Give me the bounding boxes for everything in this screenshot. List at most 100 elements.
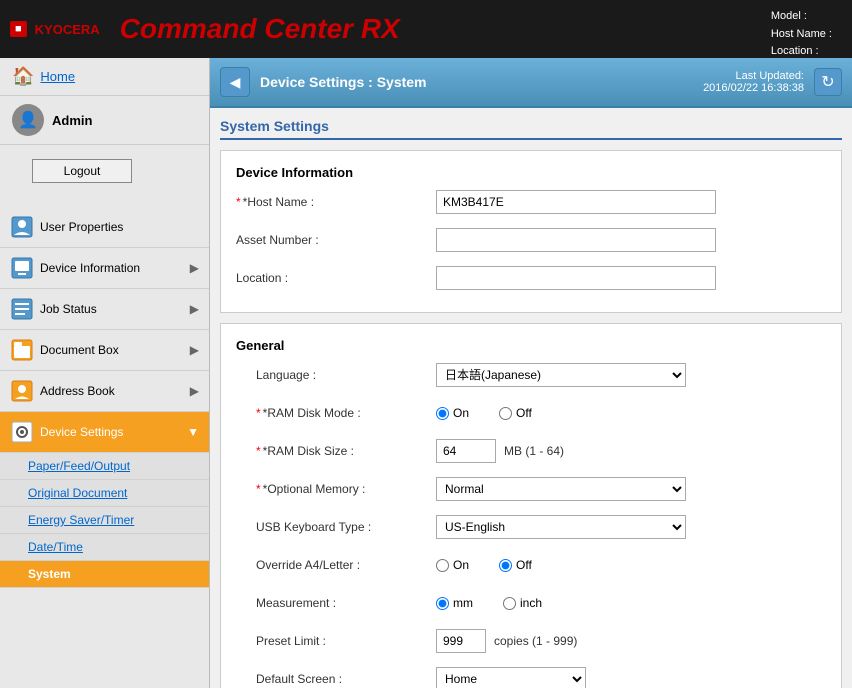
chevron-down-icon: ▼ [187, 425, 199, 439]
language-select[interactable]: 日本語(Japanese) English Deutsch Français [436, 363, 686, 387]
sidebar: 🏠 Home 👤 Admin Logout User Properties [0, 58, 210, 688]
sidebar-item-label: User Properties [40, 220, 199, 234]
measurement-row: Measurement : mm inch [236, 589, 826, 617]
default-screen-label: Default Screen : [236, 672, 436, 686]
device-settings-submenu: Paper/Feed/Output Original Document Ener… [0, 453, 209, 588]
device-settings-icon [10, 420, 34, 444]
usb-keyboard-row: USB Keyboard Type : US-English Other [236, 513, 826, 541]
kyocera-badge: ■ [10, 21, 27, 37]
default-screen-select[interactable]: Home Copy Send Fax [436, 667, 586, 688]
header-device-info: Model : Host Name : Location : [771, 8, 832, 61]
sidebar-sub-item-system[interactable]: System [0, 561, 209, 588]
chevron-right-icon: ▶ [190, 261, 199, 275]
general-subsection-title: General [236, 338, 826, 353]
sidebar-home[interactable]: 🏠 Home [0, 58, 209, 96]
home-link[interactable]: Home [40, 69, 75, 84]
ram-disk-on-label[interactable]: On [436, 406, 469, 420]
user-name-label: Admin [52, 113, 92, 128]
sidebar-sub-item-original-document[interactable]: Original Document [0, 480, 209, 507]
job-status-icon [10, 297, 34, 321]
sidebar-sub-item-paper-feed-output[interactable]: Paper/Feed/Output [0, 453, 209, 480]
page-breadcrumb: Device Settings : System [260, 74, 693, 90]
home-icon: 🏠 [12, 66, 34, 87]
user-properties-icon [10, 215, 34, 239]
optional-memory-select[interactable]: Normal Maximum [436, 477, 686, 501]
main-layout: 🏠 Home 👤 Admin Logout User Properties [0, 58, 852, 688]
sidebar-item-document-box[interactable]: Document Box ▶ [0, 330, 209, 371]
device-info-subsection-title: Device Information [236, 165, 826, 180]
refresh-button[interactable]: ↻ [814, 68, 842, 96]
ram-disk-mode-label: **RAM Disk Mode : [236, 406, 436, 420]
measurement-radios: mm inch [436, 596, 542, 610]
sidebar-sub-item-energy-saver-timer[interactable]: Energy Saver/Timer [0, 507, 209, 534]
sidebar-item-device-information[interactable]: Device Information ▶ [0, 248, 209, 289]
measurement-label: Measurement : [236, 596, 436, 610]
optional-memory-row: **Optional Memory : Normal Maximum [236, 475, 826, 503]
location-row: Location : [236, 264, 826, 292]
asset-number-row: Asset Number : [236, 226, 826, 254]
section-title: System Settings [220, 118, 842, 140]
optional-memory-label: **Optional Memory : [236, 482, 436, 496]
default-screen-row: Default Screen : Home Copy Send Fax [236, 665, 826, 688]
sidebar-item-label: Device Settings [40, 425, 187, 439]
override-a4-row: Override A4/Letter : On Off [236, 551, 826, 579]
ram-disk-size-row: **RAM Disk Size : MB (1 - 64) [236, 437, 826, 465]
measurement-mm-radio[interactable] [436, 597, 449, 610]
measurement-inch-radio[interactable] [503, 597, 516, 610]
usb-keyboard-select[interactable]: US-English Other [436, 515, 686, 539]
sidebar-item-job-status[interactable]: Job Status ▶ [0, 289, 209, 330]
override-off-radio[interactable] [499, 559, 512, 572]
location-label: Location : [236, 271, 436, 285]
main-content-area: ◀ Device Settings : System Last Updated:… [210, 58, 852, 688]
sidebar-item-device-settings[interactable]: Device Settings ▼ [0, 412, 209, 453]
language-row: Language : 日本語(Japanese) English Deutsch… [236, 361, 826, 389]
ram-disk-on-radio[interactable] [436, 407, 449, 420]
override-off-label[interactable]: Off [499, 558, 532, 572]
device-information-icon [10, 256, 34, 280]
ram-disk-off-label[interactable]: Off [499, 406, 532, 420]
sidebar-item-label: Address Book [40, 384, 190, 398]
location-input[interactable] [436, 266, 716, 290]
last-updated-info: Last Updated: 2016/02/22 16:38:38 [703, 70, 804, 94]
sidebar-user: 👤 Admin [0, 96, 209, 145]
host-name-label: **Host Name : [236, 195, 436, 209]
chevron-right-icon: ▶ [190, 302, 199, 316]
logout-button[interactable]: Logout [32, 159, 132, 183]
back-button[interactable]: ◀ [220, 67, 250, 97]
override-on-radio[interactable] [436, 559, 449, 572]
ram-disk-mode-radios: On Off [436, 406, 532, 420]
general-section: General Language : 日本語(Japanese) English… [220, 323, 842, 688]
sidebar-item-label: Job Status [40, 302, 190, 316]
sidebar-item-label: Device Information [40, 261, 190, 275]
content-header: ◀ Device Settings : System Last Updated:… [210, 58, 852, 108]
app-header: ■ KYOCERA Command Center RX Model : Host… [0, 0, 852, 58]
logout-container: Logout [0, 145, 209, 197]
document-box-icon [10, 338, 34, 362]
sidebar-item-user-properties[interactable]: User Properties [0, 207, 209, 248]
sidebar-item-address-book[interactable]: Address Book ▶ [0, 371, 209, 412]
ram-disk-size-range-label: MB (1 - 64) [504, 444, 564, 458]
measurement-inch-label[interactable]: inch [503, 596, 542, 610]
asset-number-input[interactable] [436, 228, 716, 252]
ram-disk-size-input[interactable] [436, 439, 496, 463]
logo: ■ KYOCERA [10, 21, 100, 37]
usb-keyboard-label: USB Keyboard Type : [236, 520, 436, 534]
asset-number-label: Asset Number : [236, 233, 436, 247]
preset-limit-input[interactable] [436, 629, 486, 653]
avatar: 👤 [12, 104, 44, 136]
override-on-label[interactable]: On [436, 558, 469, 572]
sidebar-item-label: Document Box [40, 343, 190, 357]
sidebar-sub-item-date-time[interactable]: Date/Time [0, 534, 209, 561]
language-label: Language : [236, 368, 436, 382]
host-name-input[interactable] [436, 190, 716, 214]
ram-disk-size-label: **RAM Disk Size : [236, 444, 436, 458]
ram-disk-off-radio[interactable] [499, 407, 512, 420]
address-book-icon [10, 379, 34, 403]
preset-limit-row: Preset Limit : copies (1 - 999) [236, 627, 826, 655]
preset-limit-label: Preset Limit : [236, 634, 436, 648]
measurement-mm-label[interactable]: mm [436, 596, 473, 610]
device-information-section: Device Information **Host Name : Asset N… [220, 150, 842, 313]
override-a4-label: Override A4/Letter : [236, 558, 436, 572]
page-content: System Settings Device Information **Hos… [210, 108, 852, 688]
override-a4-radios: On Off [436, 558, 532, 572]
